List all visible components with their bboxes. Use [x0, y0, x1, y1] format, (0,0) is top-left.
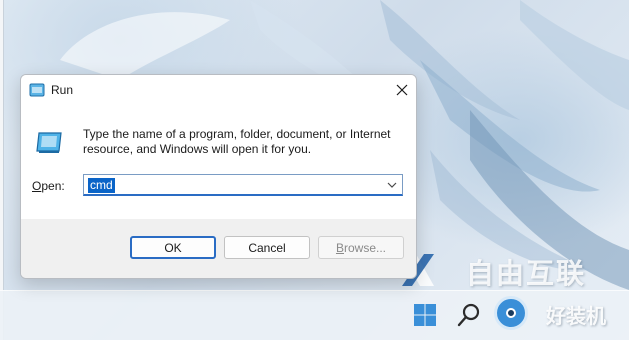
- run-dialog: Run Type the name of a program, folder, …: [20, 74, 417, 279]
- windows-logo-icon[interactable]: [413, 303, 437, 327]
- watermark-main: 自由互联: [466, 257, 587, 290]
- open-combobox[interactable]: cmd: [83, 174, 403, 196]
- browse-label: rowse...: [344, 240, 387, 255]
- taskbar: [0, 290, 629, 340]
- window-edge: [0, 0, 4, 340]
- browse-button[interactable]: Browse...: [318, 236, 404, 259]
- search-icon[interactable]: [456, 302, 482, 328]
- chevron-down-icon[interactable]: [386, 180, 398, 190]
- cancel-button[interactable]: Cancel: [224, 236, 310, 259]
- dialog-description: Type the name of a program, folder, docu…: [83, 127, 391, 156]
- dialog-body: Type the name of a program, folder, docu…: [21, 105, 416, 219]
- open-label-text: pen:: [41, 179, 65, 193]
- dialog-footer: OK Cancel Browse...: [21, 219, 416, 278]
- app-icon-center: [506, 308, 516, 318]
- close-icon: [396, 84, 408, 96]
- open-label: Open:: [32, 179, 65, 193]
- open-input-value[interactable]: cmd: [88, 178, 115, 193]
- run-icon: [29, 83, 45, 97]
- close-button[interactable]: [387, 75, 416, 105]
- app-icon[interactable]: [494, 296, 528, 330]
- title-bar[interactable]: Run: [21, 75, 416, 105]
- dialog-title: Run: [51, 83, 74, 97]
- watermark-sub: 好装机: [546, 304, 606, 328]
- watermark-text: 自由互联: [406, 250, 606, 290]
- ok-button[interactable]: OK: [130, 236, 216, 259]
- run-icon: [36, 132, 62, 153]
- open-label-mnemonic: O: [32, 179, 42, 193]
- browse-mnemonic: B: [335, 240, 344, 255]
